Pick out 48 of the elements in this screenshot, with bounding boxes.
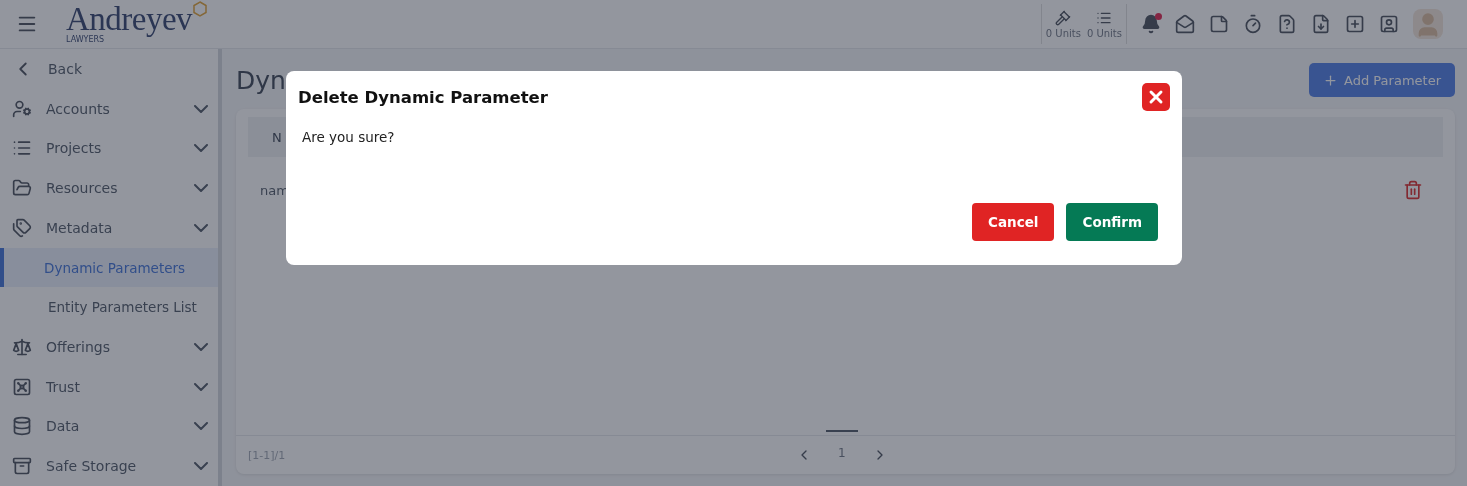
database-icon — [12, 416, 32, 437]
archive-icon — [12, 456, 32, 477]
sidebar-item[interactable]: Safe Storage — [0, 446, 218, 486]
chevron-down-icon — [194, 382, 208, 391]
back-link[interactable]: Back — [0, 49, 218, 89]
chevron-down-icon — [194, 104, 208, 113]
sidebar-item[interactable]: Accounts — [0, 88, 218, 129]
note-icon[interactable] — [1209, 14, 1229, 34]
chevron-down-icon — [194, 223, 208, 232]
chevron-down-icon — [194, 144, 208, 153]
gavel-icon[interactable] — [1055, 9, 1072, 26]
units-counter: 0 Units — [1086, 27, 1122, 39]
stopwatch-icon[interactable] — [1243, 14, 1263, 34]
page-number[interactable]: 1 — [826, 430, 858, 466]
file-download-icon[interactable] — [1311, 14, 1331, 34]
sidebar-item[interactable]: Projects — [0, 128, 218, 169]
sidebar-subitem[interactable]: Dynamic Parameters — [0, 247, 218, 288]
scales-icon — [12, 337, 32, 357]
column-header: N — [272, 129, 282, 145]
logo: Andreyev LAWYERS — [66, 1, 209, 47]
contact-card-icon[interactable] — [1379, 14, 1399, 34]
dialog-title: Delete Dynamic Parameter — [298, 87, 548, 107]
bell-icon[interactable] — [1141, 14, 1161, 34]
chevron-down-icon — [194, 343, 208, 351]
chevron-down-icon — [194, 184, 208, 193]
sidebar-item[interactable]: Offerings — [0, 327, 218, 367]
confirm-button[interactable]: Confirm — [1066, 203, 1158, 241]
chevron-down-icon — [194, 422, 208, 431]
sidebar-item[interactable]: Resources — [0, 168, 218, 208]
sidebar-item[interactable]: Metadata — [0, 207, 218, 248]
chevron-down-icon — [194, 462, 208, 471]
page-title: Dyn — [236, 65, 286, 95]
trash-icon[interactable] — [1403, 180, 1423, 200]
dialog-message: Are you sure? — [302, 129, 396, 145]
add-parameter-button[interactable]: Add Parameter — [1309, 63, 1455, 97]
units-counter: 0 Units — [1045, 27, 1081, 39]
tags-icon — [12, 217, 32, 238]
sidebar-subitem[interactable]: Entity Parameters List — [0, 287, 218, 328]
sidebar-item[interactable]: Data — [0, 406, 218, 447]
safe-icon — [12, 376, 32, 397]
sidebar-item[interactable]: Trust — [0, 366, 218, 407]
cancel-button[interactable]: Cancel — [972, 203, 1055, 241]
close-button[interactable] — [1142, 83, 1170, 111]
plus-square-icon[interactable] — [1345, 14, 1365, 34]
plus-icon — [1323, 72, 1339, 88]
open-mail-icon[interactable] — [1175, 14, 1195, 34]
file-question-icon[interactable] — [1277, 14, 1297, 34]
user-gear-icon — [12, 98, 32, 119]
